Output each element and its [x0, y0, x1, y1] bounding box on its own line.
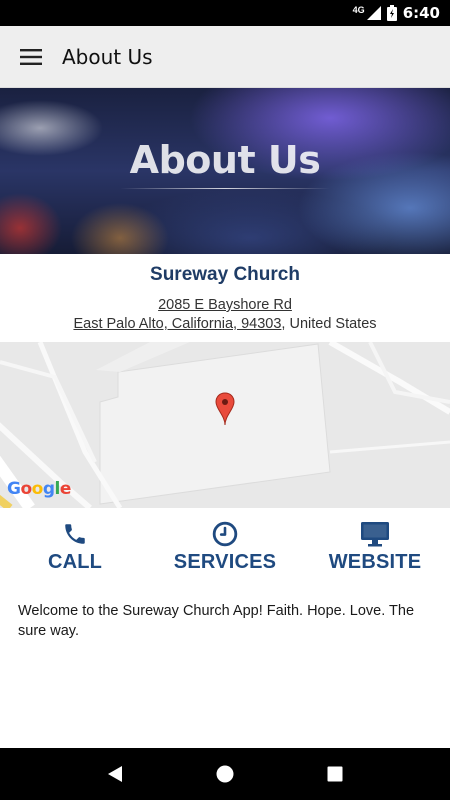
recents-button[interactable] — [315, 754, 355, 794]
phone-icon — [65, 524, 85, 544]
call-label: CALL — [47, 551, 103, 573]
home-button[interactable] — [205, 754, 245, 794]
address-line2-link[interactable]: East Palo Alto, California, 94303 — [73, 316, 281, 332]
google-letter: g — [42, 479, 55, 499]
google-letter: o — [20, 479, 32, 499]
church-address: 2085 E Bayshore Rd East Palo Alto, Calif… — [0, 296, 450, 334]
home-circle-icon — [216, 765, 234, 783]
action-row: CALL SERVICES WEBSITE — [0, 508, 450, 596]
website-button[interactable]: WEBSITE — [300, 508, 450, 596]
hero-banner: About Us — [0, 88, 450, 254]
google-letter: G — [7, 479, 21, 499]
monitor-icon — [361, 522, 389, 547]
app-bar: About Us — [0, 26, 450, 88]
google-letter: o — [31, 479, 44, 499]
network-type: 4G — [352, 5, 365, 15]
address-line1-link[interactable]: 2085 E Bayshore Rd — [158, 297, 292, 313]
status-time: 6:40 — [402, 4, 440, 22]
hamburger-menu-icon — [20, 48, 42, 65]
battery-icon — [386, 5, 397, 21]
page-title: About Us — [62, 44, 153, 69]
google-letter: e — [59, 479, 72, 499]
signal-icon — [366, 6, 381, 20]
system-nav-bar — [0, 748, 450, 800]
services-label: SERVICES — [173, 551, 277, 573]
status-bar: 4G 6:40 — [0, 0, 450, 26]
map-pin-icon[interactable] — [215, 392, 235, 426]
map-view[interactable]: Google — [0, 342, 450, 508]
back-button[interactable] — [95, 754, 135, 794]
clock-icon — [212, 521, 238, 547]
address-country: , United States — [281, 316, 377, 332]
church-name: Sureway Church — [150, 264, 300, 285]
menu-button[interactable] — [0, 26, 62, 88]
church-info: Sureway Church 2085 E Bayshore Rd East P… — [0, 254, 450, 342]
welcome-text: Welcome to the Sureway Church App! Faith… — [18, 603, 415, 639]
call-button[interactable]: CALL — [0, 508, 150, 596]
hero-divider — [120, 188, 330, 189]
services-button[interactable]: SERVICES — [150, 508, 300, 596]
recents-square-icon — [327, 766, 343, 782]
back-triangle-icon — [108, 766, 122, 782]
hero-title: About Us — [129, 138, 321, 182]
google-attribution: Google — [7, 479, 71, 499]
website-label: WEBSITE — [328, 551, 422, 573]
